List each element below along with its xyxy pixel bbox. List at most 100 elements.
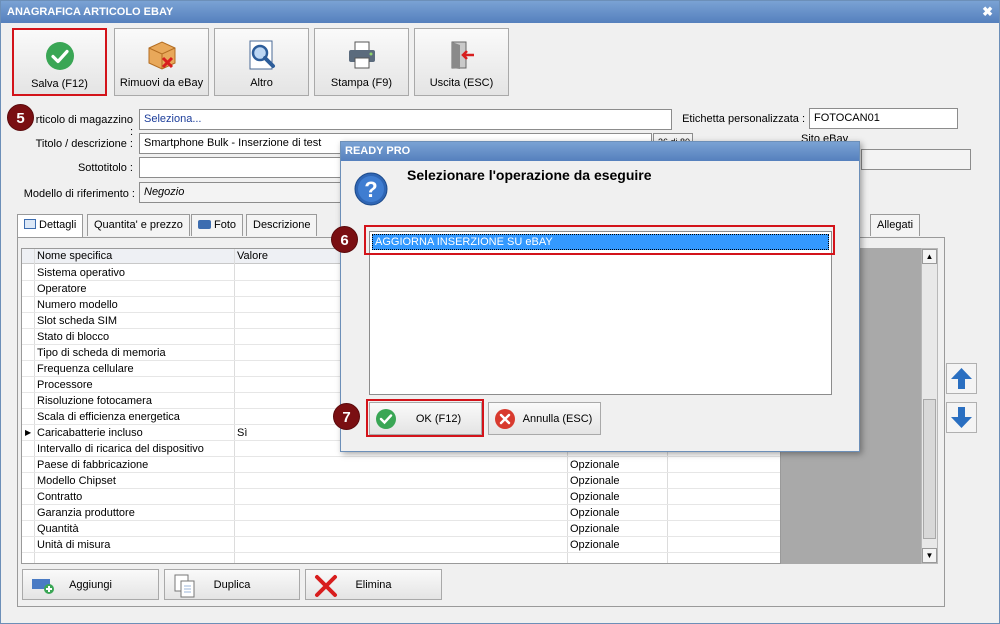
spec-type-cell: Opzionale — [570, 491, 620, 503]
spec-name-cell: Tipo di scheda di memoria — [37, 347, 166, 359]
spec-name-cell: Contratto — [37, 491, 83, 503]
titolo-label: Titolo / descrizione : — [35, 138, 133, 150]
tab-quantita-label: Quantita' e prezzo — [94, 219, 183, 231]
spec-name-cell: Quantità — [37, 523, 79, 535]
grid-scrollbar[interactable]: ▲ ▼ — [921, 248, 938, 564]
cancel-circle-icon — [495, 409, 515, 429]
ok-label: OK (F12) — [415, 413, 462, 425]
articolo-input[interactable]: Seleziona... — [139, 109, 672, 130]
ok-button[interactable]: OK (F12) — [369, 402, 482, 435]
duplicate-button[interactable]: Duplica — [164, 569, 300, 600]
etichetta-input[interactable]: FOTOCAN01 — [809, 108, 958, 129]
save-label: Salva (F12) — [31, 78, 88, 90]
question-icon: ? — [354, 172, 388, 206]
tab-quantita-prezzo[interactable]: Quantita' e prezzo — [87, 214, 190, 236]
altro-label: Altro — [250, 77, 273, 89]
spec-value-cell: Sì — [237, 427, 248, 439]
spec-name-cell: Frequenza cellulare — [37, 363, 134, 375]
spec-name-cell: Operatore — [37, 283, 87, 295]
row-pointer-icon: ▶ — [25, 428, 32, 437]
operation-list[interactable]: AGGIORNA INSERZIONE SU eBAY — [369, 231, 832, 395]
spec-name-cell: Paese di fabbricazione — [37, 459, 149, 471]
step-badge-5: 5 — [7, 104, 34, 131]
spec-name-cell: Unità di misura — [37, 539, 111, 551]
remove-from-ebay-button[interactable]: Rimuovi da eBay — [114, 28, 209, 96]
magnify-icon — [249, 40, 275, 70]
printer-icon — [348, 41, 375, 69]
spec-name-cell: Scala di efficienza energetica — [37, 411, 180, 423]
add-button[interactable]: Aggiungi — [22, 569, 159, 600]
save-button[interactable]: Salva (F12) — [12, 28, 107, 96]
tab-allegati[interactable]: Allegati — [870, 214, 921, 236]
move-down-button[interactable] — [946, 402, 977, 433]
spec-type-cell: Opzionale — [570, 539, 620, 551]
exit-label: Uscita (ESC) — [429, 77, 494, 89]
delete-button[interactable]: Elimina — [305, 569, 442, 600]
table-row[interactable]: Quantità Opzionale — [22, 521, 780, 537]
spec-type-cell: Opzionale — [570, 475, 620, 487]
print-button[interactable]: Stampa (F9) — [314, 28, 409, 96]
exit-door-icon — [451, 41, 474, 69]
step-badge-7: 7 — [333, 403, 360, 430]
spec-name-cell: Modello Chipset — [37, 475, 116, 487]
arrow-down-icon — [951, 407, 972, 428]
sito-ebay-select[interactable] — [861, 149, 971, 170]
dialog-heading: Selezionare l'operazione da eseguire — [407, 167, 652, 183]
tab-descrizione[interactable]: Descrizione — [246, 214, 318, 236]
cancel-button[interactable]: Annulla (ESC) — [488, 402, 601, 435]
col-nome-specifica: Nome specifica — [37, 250, 113, 262]
tab-foto-label: Foto — [214, 219, 237, 231]
spec-name-cell: Intervallo di ricarica del dispositivo — [37, 443, 204, 455]
move-up-button[interactable] — [946, 363, 977, 394]
table-row[interactable]: Garanzia produttore Opzionale — [22, 505, 780, 521]
step-badge-6: 6 — [331, 226, 358, 253]
spec-name-cell: Caricabatterie incluso — [37, 427, 143, 439]
camera-icon — [198, 220, 211, 229]
table-row[interactable]: Contratto Opzionale — [22, 489, 780, 505]
print-label: Stampa (F9) — [330, 77, 393, 89]
window-titlebar: ANAGRAFICA ARTICOLO EBAY ✖ — [1, 1, 999, 23]
modello-input[interactable]: Negozio — [139, 182, 349, 203]
scroll-down-icon[interactable]: ▼ — [922, 548, 937, 563]
tab-dettagli-label: Dettagli — [39, 219, 77, 231]
svg-text:?: ? — [364, 177, 377, 202]
scroll-up-icon[interactable]: ▲ — [922, 249, 937, 264]
window-title: ANAGRAFICA ARTICOLO EBAY — [7, 6, 174, 18]
arrow-up-icon — [951, 368, 972, 389]
sottotitolo-input[interactable] — [139, 157, 349, 178]
table-row[interactable]: Unità di misura Opzionale — [22, 537, 780, 553]
table-row[interactable]: Paese di fabbricazione Opzionale — [22, 457, 780, 473]
spec-name-cell: Slot scheda SIM — [37, 315, 118, 327]
box-remove-icon — [148, 41, 175, 70]
operation-dialog: READY PRO ? Selezionare l'operazione da … — [340, 141, 860, 452]
check-circle-icon — [376, 409, 396, 429]
spec-type-cell: Opzionale — [570, 459, 620, 471]
spec-name-cell: Numero modello — [37, 299, 118, 311]
delete-label: Elimina — [355, 579, 392, 591]
cancel-label: Annulla (ESC) — [522, 413, 593, 425]
dialog-title: READY PRO — [341, 142, 859, 161]
add-label: Aggiungi — [69, 579, 112, 591]
spec-name-cell: Stato di blocco — [37, 331, 110, 343]
col-valore: Valore — [237, 250, 268, 262]
check-circle-icon — [45, 42, 74, 70]
tab-foto[interactable]: Foto — [191, 214, 244, 236]
table-row[interactable]: Modello Chipset Opzionale — [22, 473, 780, 489]
modello-label: Modello di riferimento : — [23, 188, 135, 200]
scroll-thumb[interactable] — [923, 399, 936, 539]
tab-allegati-label: Allegati — [877, 219, 914, 231]
spec-name-cell: Sistema operativo — [37, 267, 126, 279]
close-icon[interactable]: ✖ — [982, 1, 993, 23]
spec-type-cell: Opzionale — [570, 507, 620, 519]
spec-name-cell: Risoluzione fotocamera — [37, 395, 152, 407]
operation-item-aggiorna[interactable]: AGGIORNA INSERZIONE SU eBAY — [372, 234, 829, 250]
sottotitolo-label: Sottotitolo : — [77, 162, 133, 174]
duplicate-label: Duplica — [213, 579, 251, 591]
altro-button[interactable]: Altro — [214, 28, 309, 96]
tab-dettagli[interactable]: Dettagli — [17, 214, 84, 238]
exit-button[interactable]: Uscita (ESC) — [414, 28, 509, 96]
tab-dettagli-icon — [24, 219, 36, 229]
remove-label: Rimuovi da eBay — [119, 77, 204, 89]
articolo-label: rticolo di magazzino : — [35, 114, 133, 138]
spec-name-cell: Garanzia produttore — [37, 507, 135, 519]
